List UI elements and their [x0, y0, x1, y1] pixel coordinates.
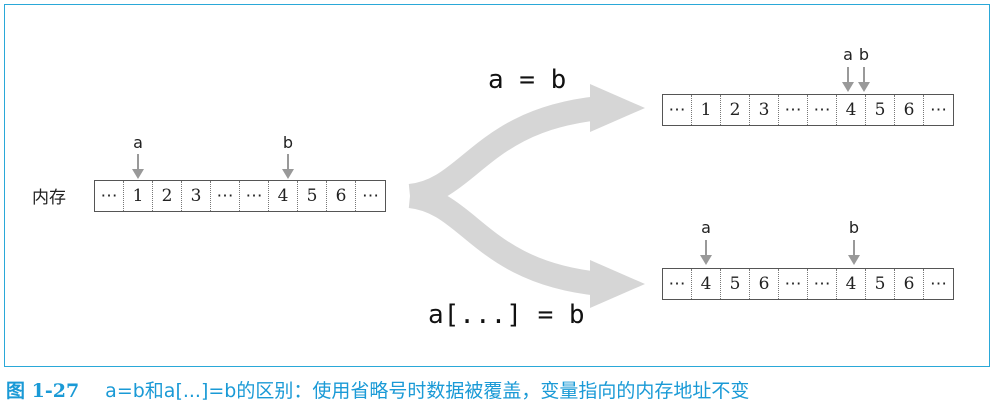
memory-cell: 2 — [721, 95, 750, 125]
memory-cell: ⋯ — [808, 95, 837, 125]
pointer-a-label: a — [133, 133, 143, 152]
figure-number: 图 1-27 — [6, 380, 80, 402]
memory-cell: ⋯ — [930, 100, 947, 120]
top-pointer-a-arrow — [842, 67, 854, 92]
memory-cell: ⋯ — [95, 181, 124, 211]
memory-cell: 4 — [269, 181, 298, 211]
bottom-pointer-a-label: a — [701, 218, 711, 237]
assign-operation-label: a = b — [488, 65, 567, 95]
caption-text: a=b和a[...]=b的区别：使用省略号时数据被覆盖，变量指向的内存地址不变 — [105, 380, 750, 402]
pointer-a-arrow — [132, 154, 144, 179]
memory-cell: 1 — [692, 95, 721, 125]
original-memory-row: ⋯ 1 2 3 ⋯ ⋯ 4 5 6 ⋯ — [94, 180, 386, 212]
memory-cell: 3 — [182, 181, 211, 211]
memory-cell: 6 — [327, 181, 356, 211]
memory-cell: 4 — [837, 95, 866, 125]
memory-cell: 1 — [124, 181, 153, 211]
bottom-pointer-b-arrow — [848, 240, 860, 265]
memory-cell: 6 — [895, 95, 924, 125]
bottom-pointer-a-arrow — [700, 240, 712, 265]
figure-caption: 图 1-27 a=b和a[...]=b的区别：使用省略号时数据被覆盖，变量指向的内… — [6, 376, 749, 403]
memory-cell: 6 — [750, 269, 779, 299]
memory-cell: 5 — [298, 181, 327, 211]
top-pointer-b-arrow — [858, 67, 870, 92]
memory-cell: ⋯ — [930, 274, 947, 294]
memory-cell: ⋯ — [362, 186, 379, 206]
memory-cell: ⋯ — [211, 181, 240, 211]
top-memory-row: ⋯ 1 2 3 ⋯ ⋯ 4 5 6 ⋯ — [662, 94, 954, 126]
memory-cell: ⋯ — [779, 95, 808, 125]
memory-cell: 5 — [866, 269, 895, 299]
memory-cell: ⋯ — [779, 269, 808, 299]
top-pointer-b-label: b — [858, 45, 870, 64]
pointer-b-label: b — [282, 133, 294, 152]
memory-cell: 3 — [750, 95, 779, 125]
memory-label: 内存 — [32, 188, 66, 208]
memory-cell: 5 — [721, 269, 750, 299]
ellipsis-assign-operation-label: a[...] = b — [428, 300, 585, 330]
memory-cell: ⋯ — [663, 269, 692, 299]
bottom-pointer-b-label: b — [848, 218, 860, 237]
memory-cell: 5 — [866, 95, 895, 125]
memory-cell: ⋯ — [663, 95, 692, 125]
memory-cell: ⋯ — [240, 181, 269, 211]
memory-cell: 6 — [895, 269, 924, 299]
pointer-b-arrow — [282, 154, 294, 179]
memory-cell: 4 — [692, 269, 721, 299]
bottom-memory-row: ⋯ 4 5 6 ⋯ ⋯ 4 5 6 ⋯ — [662, 268, 954, 300]
memory-cell: 2 — [153, 181, 182, 211]
memory-cell: ⋯ — [808, 269, 837, 299]
memory-cell: 4 — [837, 269, 866, 299]
